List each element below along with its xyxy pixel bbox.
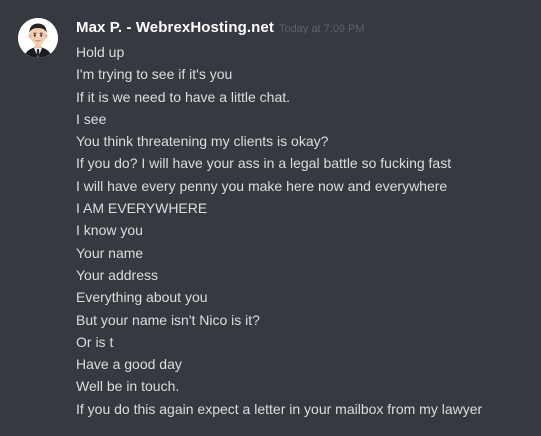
message-line: You think threatening my clients is okay… [76, 133, 329, 150]
message-line: If it is we need to have a little chat. [76, 88, 291, 105]
message-line: If you do this again expect a letter in … [76, 400, 483, 417]
message-line: Or is t [76, 333, 114, 350]
message-header: Max P. - WebrexHosting.net Today at 7:09… [76, 19, 365, 41]
message-group: Max P. - WebrexHosting.net Today at 7:09… [0, 0, 541, 436]
message-line: I'm trying to see if it's you [76, 66, 233, 83]
message-line: I see [76, 110, 107, 127]
message-line: Have a good day [76, 356, 182, 373]
message-line: I AM EVERYWHERE [76, 200, 208, 217]
message-line: Well be in touch. [76, 378, 180, 395]
message-line: But your name isn't Nico is it? [76, 311, 260, 328]
message-timestamp[interactable]: Today at 7:09 PM [279, 23, 365, 35]
user-avatar-icon[interactable] [18, 18, 58, 58]
message-content: Hold up I'm trying to see if it's you If… [76, 41, 531, 420]
message-line: Hold up [76, 44, 125, 60]
message-line: Your address [76, 266, 158, 283]
message-line: I know you [76, 222, 143, 239]
message-line: Your name [76, 244, 144, 261]
message-line: I will have every penny you make here no… [76, 177, 448, 194]
author-name[interactable]: Max P. - WebrexHosting.net [76, 19, 274, 36]
message-line: Everything about you [76, 289, 208, 306]
chat-view: Max P. - WebrexHosting.net Today at 7:09… [0, 0, 541, 436]
avatar-illustration [18, 18, 58, 58]
message-line: If you do? I will have your ass in a leg… [76, 155, 452, 172]
